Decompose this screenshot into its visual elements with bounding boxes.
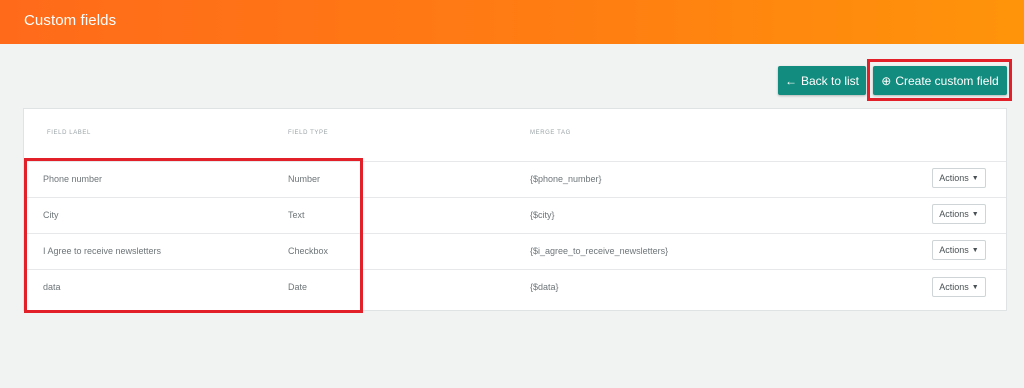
back-to-list-label: Back to list <box>800 73 860 88</box>
actions-dropdown-button[interactable]: Actions ▼ <box>932 277 986 297</box>
column-header-field-type: FIELD TYPE <box>288 130 329 136</box>
merge-tag-cell: {$city} <box>530 210 555 220</box>
caret-down-icon: ▼ <box>971 174 979 182</box>
actions-dropdown-button[interactable]: Actions ▼ <box>932 240 986 260</box>
actions-dropdown-button[interactable]: Actions ▼ <box>932 204 986 224</box>
page-title: Custom fields <box>24 12 117 29</box>
highlight-box-create <box>867 59 1012 101</box>
page-header: Custom fields <box>0 0 1024 44</box>
actions-label: Actions <box>939 209 969 219</box>
highlight-box-fields <box>24 158 363 313</box>
actions-label: Actions <box>939 173 969 183</box>
merge-tag-cell: {$data} <box>530 282 559 292</box>
merge-tag-cell: {$phone_number} <box>530 174 602 184</box>
column-header-field-label: FIELD LABEL <box>47 130 91 136</box>
caret-down-icon: ▼ <box>971 283 979 291</box>
merge-tag-cell: {$i_agree_to_receive_newsletters} <box>530 246 669 256</box>
actions-label: Actions <box>939 245 969 255</box>
back-to-list-button[interactable]: ← Back to list <box>778 66 866 95</box>
actions-dropdown-button[interactable]: Actions ▼ <box>932 168 986 188</box>
arrow-left-icon: ← <box>784 73 797 88</box>
caret-down-icon: ▼ <box>971 210 979 218</box>
caret-down-icon: ▼ <box>971 246 979 254</box>
column-header-merge-tag: MERGE TAG <box>530 130 571 136</box>
actions-label: Actions <box>939 282 969 292</box>
